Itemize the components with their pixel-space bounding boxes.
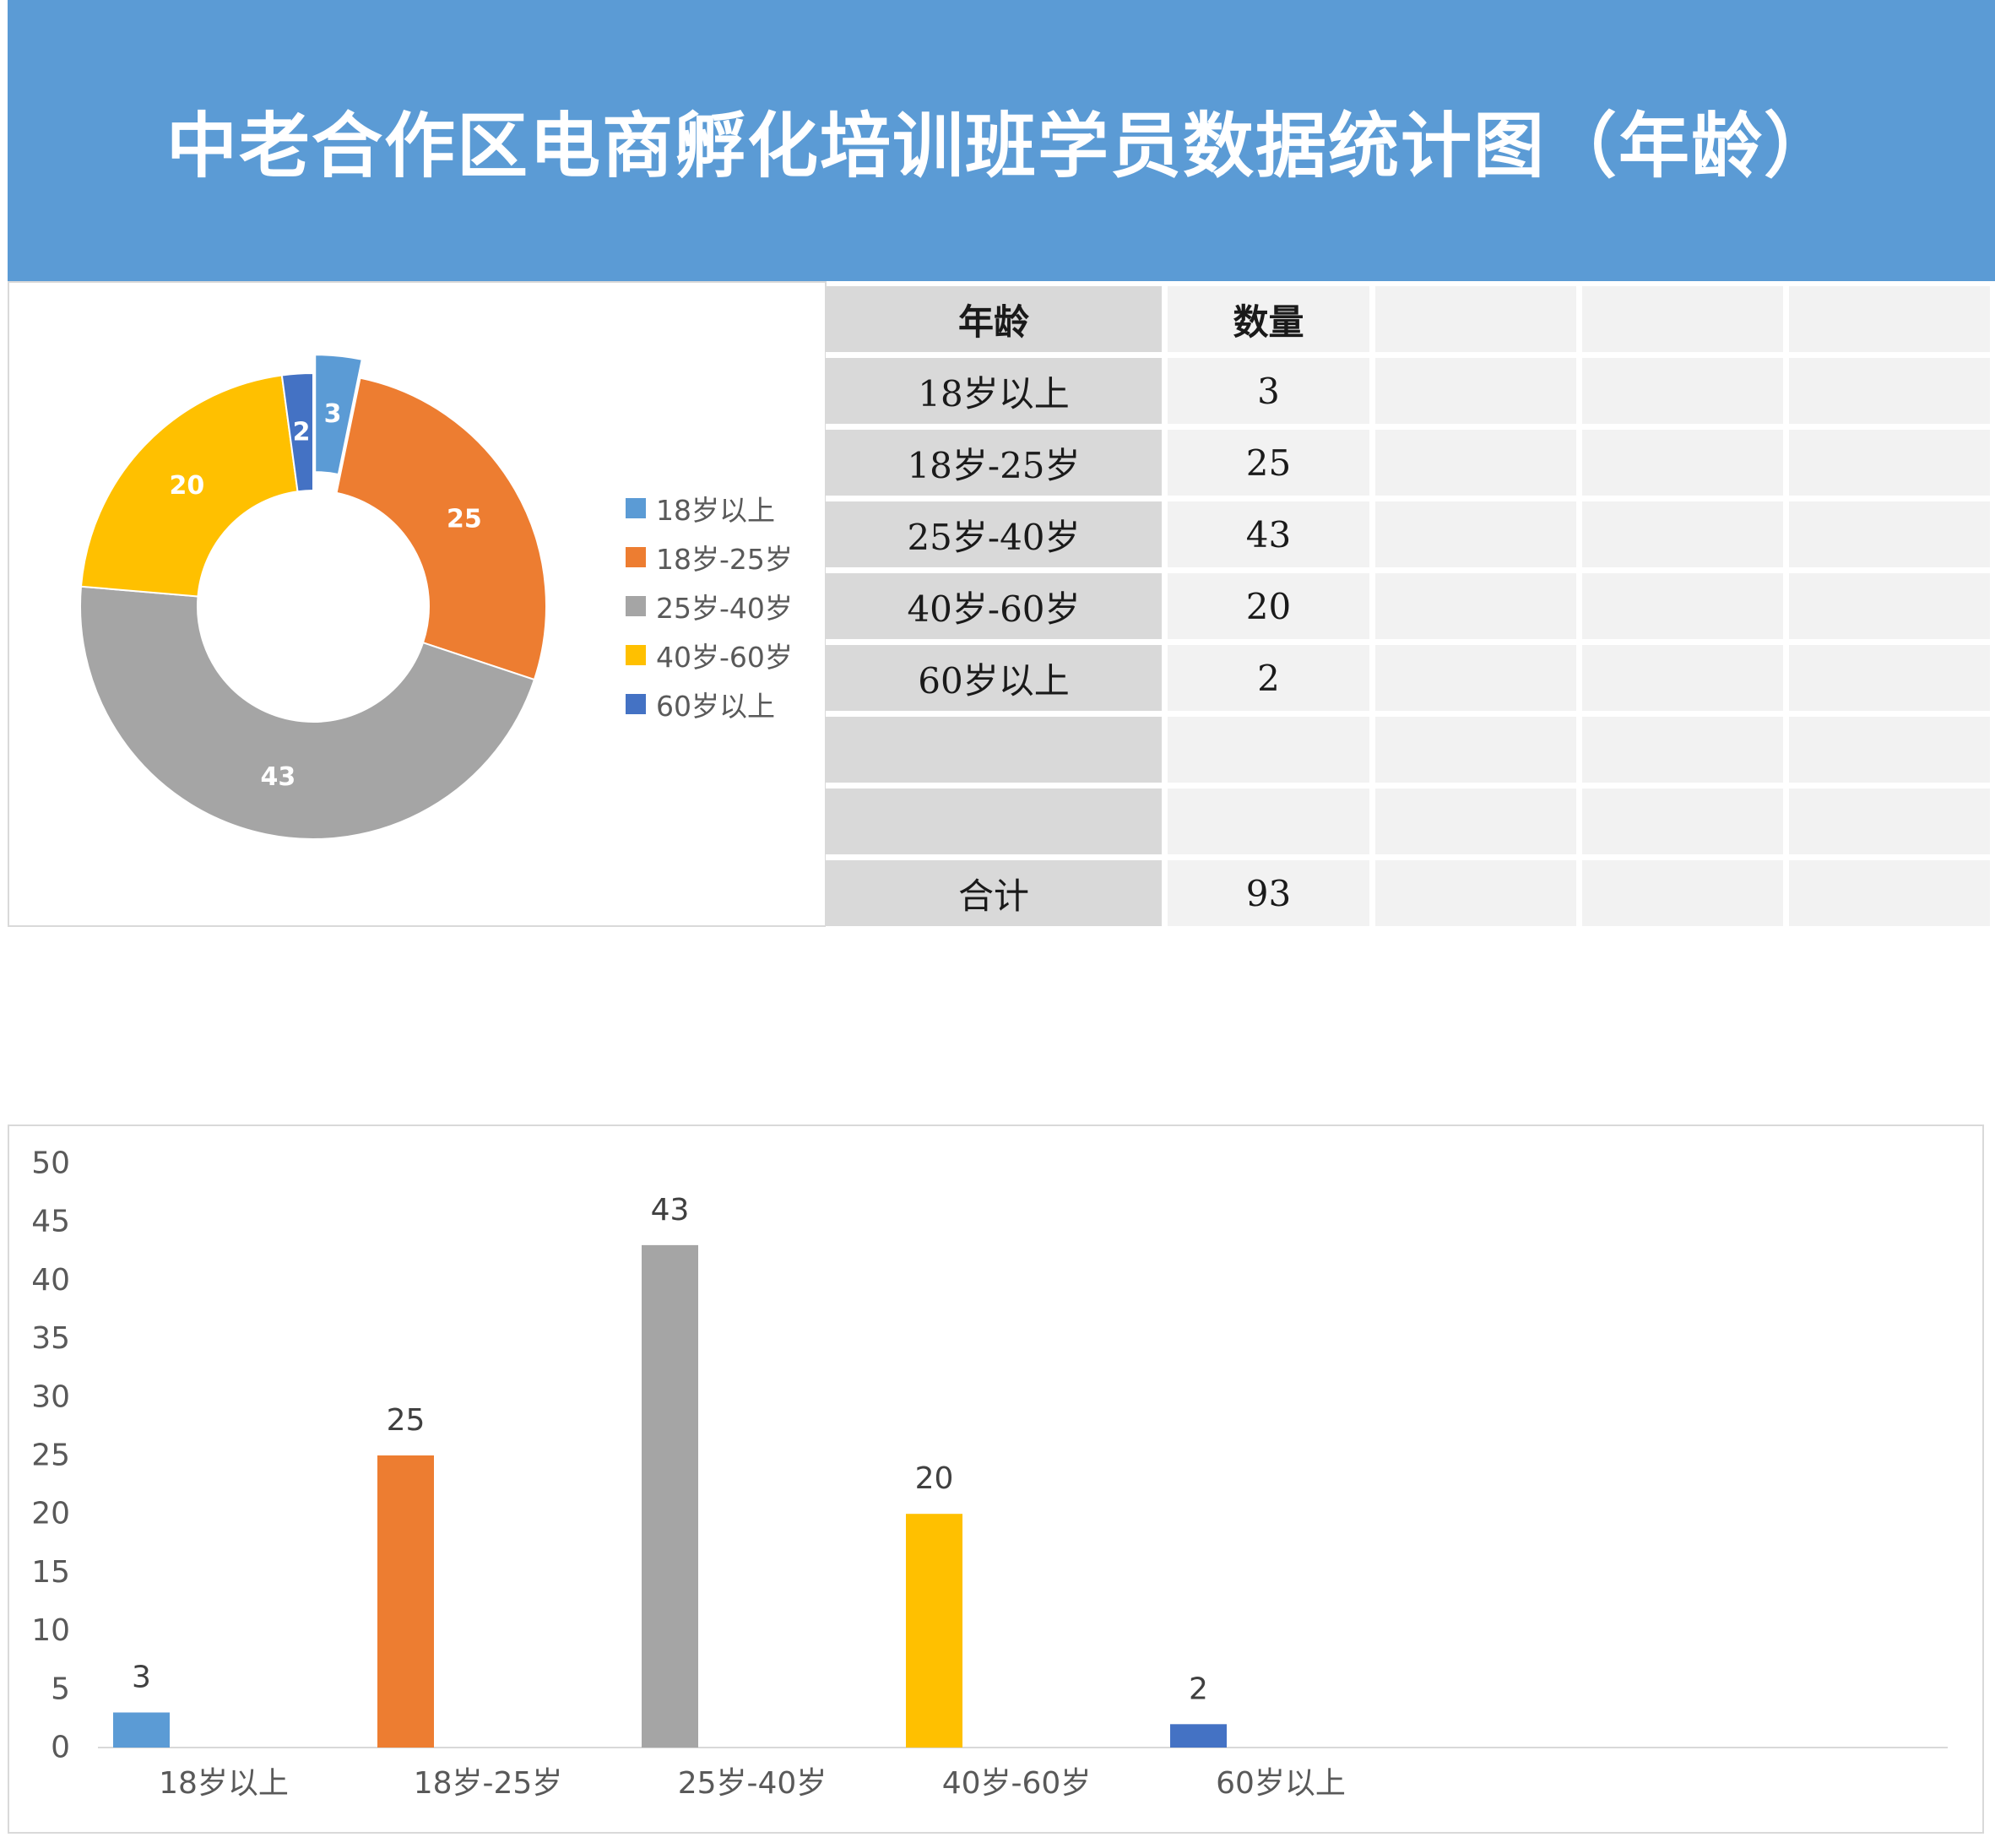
doughnut-chart-panel: 3 25 43 20 2 18岁以上 18岁-25岁 25岁-40岁 40岁-60岁 60岁以上 — [8, 281, 827, 927]
table-cell — [1789, 645, 1990, 711]
bar-data-label: 25 — [387, 1403, 426, 1438]
legend-item: 18岁-25岁 — [626, 533, 793, 582]
table-cell — [1375, 430, 1576, 496]
table-cell — [1789, 789, 1990, 854]
table-header-cell — [1789, 286, 1990, 352]
table-cell — [1789, 358, 1990, 424]
legend-item: 60岁以上 — [626, 680, 793, 729]
y-tick-label: 15 — [31, 1555, 70, 1590]
table-cell — [1789, 717, 1990, 783]
y-tick-label: 10 — [31, 1613, 70, 1648]
bar-data-label: 43 — [651, 1193, 690, 1227]
table-cell: 18岁-25岁 — [826, 430, 1162, 496]
table-cell — [1375, 358, 1576, 424]
age-data-table: 年龄 数量 18岁以上 3 18岁-25岁 25 25岁-40岁 43 40岁-60岁 20 60岁… — [826, 286, 1995, 929]
bar — [906, 1514, 962, 1748]
doughnut-data-label: 43 — [261, 762, 296, 792]
table-cell — [1582, 573, 1783, 639]
legend-swatch — [626, 547, 646, 567]
legend-label: 25岁-40岁 — [656, 592, 793, 625]
bar — [1170, 1724, 1227, 1748]
table-cell: 43 — [1168, 501, 1369, 567]
legend-item: 40岁-60岁 — [626, 631, 793, 680]
legend-swatch — [626, 645, 646, 665]
table-total-value: 93 — [1168, 860, 1369, 926]
table-cell — [1375, 501, 1576, 567]
table-cell: 40岁-60岁 — [826, 573, 1162, 639]
table-cell — [1789, 860, 1990, 926]
x-tick-label: 40岁-60岁 — [942, 1766, 1092, 1801]
doughnut-slice — [335, 377, 547, 681]
table-cell — [1582, 789, 1783, 854]
table-header-cell — [1582, 286, 1783, 352]
table-cell — [1375, 789, 1576, 854]
legend-label: 18岁-25岁 — [656, 543, 793, 576]
y-tick-label: 25 — [31, 1439, 70, 1473]
table-cell: 20 — [1168, 573, 1369, 639]
y-tick-label: 35 — [31, 1321, 70, 1356]
bar-data-label: 3 — [132, 1660, 151, 1694]
table-header-cell — [1375, 286, 1576, 352]
table-cell — [1582, 645, 1783, 711]
page-title: 中老合作区电商孵化培训班学员数据统计图（年龄） — [165, 105, 1836, 187]
table-cell — [1375, 860, 1576, 926]
table-cell — [1789, 573, 1990, 639]
doughnut-data-label: 2 — [293, 417, 311, 447]
table-cell — [1582, 430, 1783, 496]
legend-item: 25岁-40岁 — [626, 582, 793, 631]
legend-swatch — [626, 596, 646, 616]
x-tick-label: 18岁-25岁 — [414, 1766, 563, 1801]
table-cell — [1789, 430, 1990, 496]
y-tick-label: 45 — [31, 1205, 70, 1239]
legend-swatch — [626, 694, 646, 714]
table-total-label: 合计 — [826, 860, 1162, 926]
table-cell — [1582, 501, 1783, 567]
table-cell — [1582, 358, 1783, 424]
doughnut-data-label: 25 — [447, 504, 482, 534]
bar-data-label: 20 — [915, 1461, 954, 1496]
y-tick-label: 0 — [51, 1731, 70, 1765]
doughnut-legend: 18岁以上 18岁-25岁 25岁-40岁 40岁-60岁 60岁以上 — [626, 484, 793, 729]
legend-label: 40岁-60岁 — [656, 641, 793, 674]
table-cell — [1375, 717, 1576, 783]
table-cell — [1789, 501, 1990, 567]
y-tick-label: 50 — [31, 1146, 70, 1181]
table-cell — [826, 789, 1162, 854]
table-cell — [1375, 573, 1576, 639]
bar-chart: 0 5 10 15 20 25 30 35 40 45 50 3 18岁以上 25 18岁-25岁 43 25岁… — [31, 1146, 1948, 1801]
bar-chart-panel: 0 5 10 15 20 25 30 35 40 45 50 3 18岁以上 25 18岁-25岁 43 25岁… — [8, 1125, 1984, 1834]
table-cell: 60岁以上 — [826, 645, 1162, 711]
table-cell: 25岁-40岁 — [826, 501, 1162, 567]
table-cell: 2 — [1168, 645, 1369, 711]
x-tick-label: 18岁以上 — [159, 1766, 289, 1801]
table-cell: 18岁以上 — [826, 358, 1162, 424]
doughnut-data-label: 20 — [169, 471, 204, 501]
y-tick-label: 40 — [31, 1263, 70, 1298]
legend-swatch — [626, 498, 646, 518]
page-header: 中老合作区电商孵化培训班学员数据统计图（年龄） — [8, 0, 1995, 281]
table-cell — [826, 717, 1162, 783]
bar-data-label: 2 — [1189, 1672, 1208, 1706]
table-cell — [1582, 860, 1783, 926]
table-header-cell: 数量 — [1168, 286, 1369, 352]
table-cell — [1582, 717, 1783, 783]
x-tick-label: 25岁-40岁 — [678, 1766, 827, 1801]
bar — [113, 1712, 170, 1748]
table-header-cell: 年龄 — [826, 286, 1162, 352]
table-cell — [1375, 645, 1576, 711]
y-tick-label: 5 — [51, 1672, 70, 1706]
table-cell: 25 — [1168, 430, 1369, 496]
table-cell: 3 — [1168, 358, 1369, 424]
legend-label: 60岁以上 — [656, 690, 775, 723]
y-tick-label: 30 — [31, 1379, 70, 1414]
legend-item: 18岁以上 — [626, 484, 793, 533]
bar — [377, 1455, 434, 1748]
y-tick-label: 20 — [31, 1497, 70, 1531]
table-cell — [1168, 789, 1369, 854]
doughnut-data-label: 3 — [324, 399, 342, 429]
x-tick-label: 60岁以上 — [1216, 1766, 1346, 1801]
legend-label: 18岁以上 — [656, 494, 775, 527]
bar — [642, 1244, 698, 1748]
table-cell — [1168, 717, 1369, 783]
